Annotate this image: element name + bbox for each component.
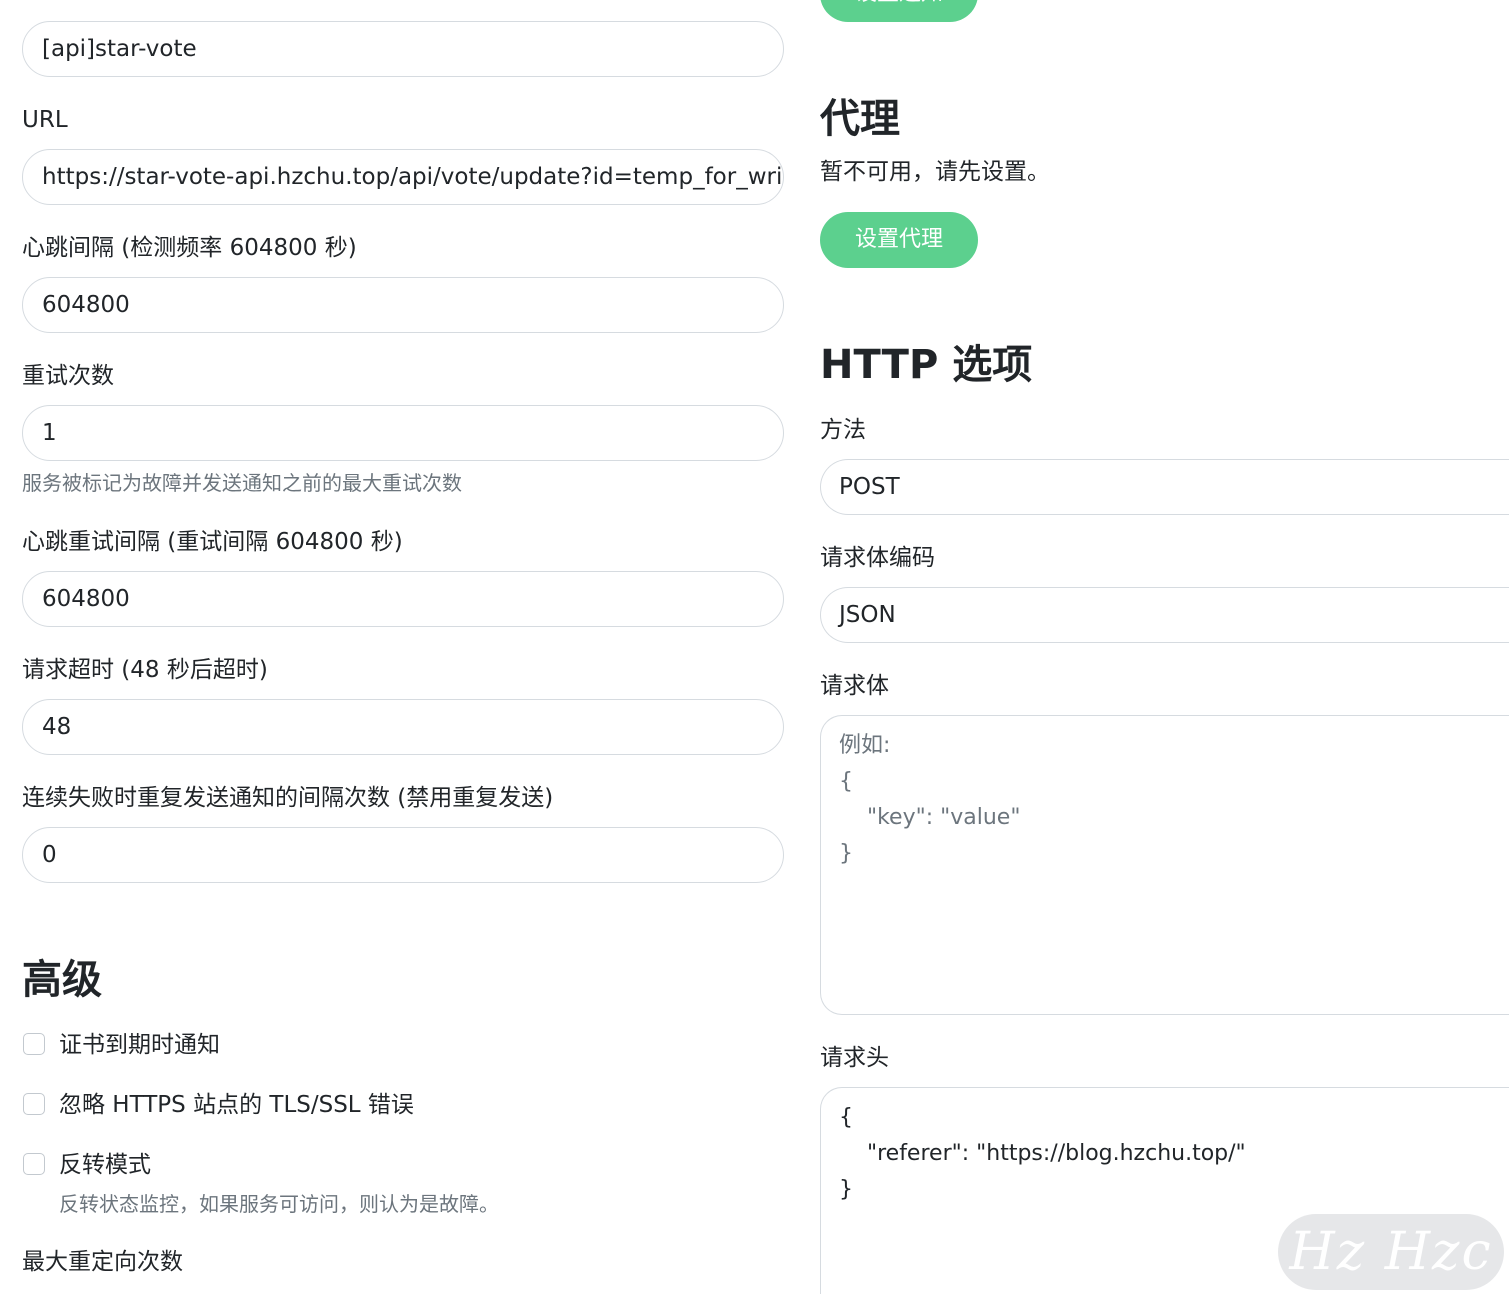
resend-interval-label: 连续失败时重复发送通知的间隔次数 (禁用重复发送) — [22, 785, 554, 811]
ignore-tls-checkbox[interactable] — [23, 1093, 45, 1115]
proxy-heading: 代理 — [820, 96, 900, 142]
cert-expiry-label[interactable]: 证书到期时通知 — [59, 1030, 220, 1060]
request-body-label: 请求体 — [820, 673, 889, 699]
upside-down-checkbox[interactable] — [23, 1153, 45, 1175]
retry-interval-input[interactable]: 604800 — [22, 571, 784, 627]
url-label: URL — [22, 107, 68, 133]
retries-input[interactable]: 1 — [22, 405, 784, 461]
retries-label: 重试次数 — [22, 363, 114, 389]
monitor-edit-page: [api]star-vote URL https://star-vote-api… — [0, 0, 1509, 1294]
timeout-input[interactable]: 48 — [22, 699, 784, 755]
max-redirects-label: 最大重定向次数 — [22, 1249, 183, 1275]
upside-down-label[interactable]: 反转模式 — [59, 1150, 151, 1180]
ignore-tls-label[interactable]: 忽略 HTTPS 站点的 TLS/SSL 错误 — [59, 1090, 414, 1120]
cert-expiry-checkbox[interactable] — [23, 1033, 45, 1055]
request-body-textarea[interactable]: 例如: { "key": "value" } — [820, 715, 1509, 1015]
request-headers-label: 请求头 — [820, 1045, 889, 1071]
heartbeat-interval-label: 心跳间隔 (检测频率 604800 秒) — [22, 235, 357, 261]
retries-hint: 服务被标记为故障并发送通知之前的最大重试次数 — [22, 471, 462, 495]
url-input[interactable]: https://star-vote-api.hzchu.top/api/vote… — [22, 149, 784, 205]
proxy-unavailable-text: 暂不可用，请先设置。 — [820, 159, 1050, 185]
watermark-logo: Hz Hzc — [1278, 1214, 1504, 1290]
advanced-heading: 高级 — [22, 957, 102, 1003]
setup-notification-button[interactable]: 设置通知 — [820, 0, 978, 22]
friendly-name-input[interactable]: [api]star-vote — [22, 21, 784, 77]
resend-interval-input[interactable]: 0 — [22, 827, 784, 883]
body-encoding-label: 请求体编码 — [820, 545, 935, 571]
http-options-heading: HTTP 选项 — [820, 342, 1033, 388]
body-encoding-select[interactable]: JSON — [820, 587, 1509, 643]
retry-interval-label: 心跳重试间隔 (重试间隔 604800 秒) — [22, 529, 403, 555]
method-label: 方法 — [820, 417, 866, 443]
upside-down-hint: 反转状态监控，如果服务可访问，则认为是故障。 — [59, 1192, 499, 1216]
setup-proxy-button[interactable]: 设置代理 — [820, 212, 978, 268]
timeout-label: 请求超时 (48 秒后超时) — [22, 657, 268, 683]
heartbeat-interval-input[interactable]: 604800 — [22, 277, 784, 333]
method-select[interactable]: POST — [820, 459, 1509, 515]
